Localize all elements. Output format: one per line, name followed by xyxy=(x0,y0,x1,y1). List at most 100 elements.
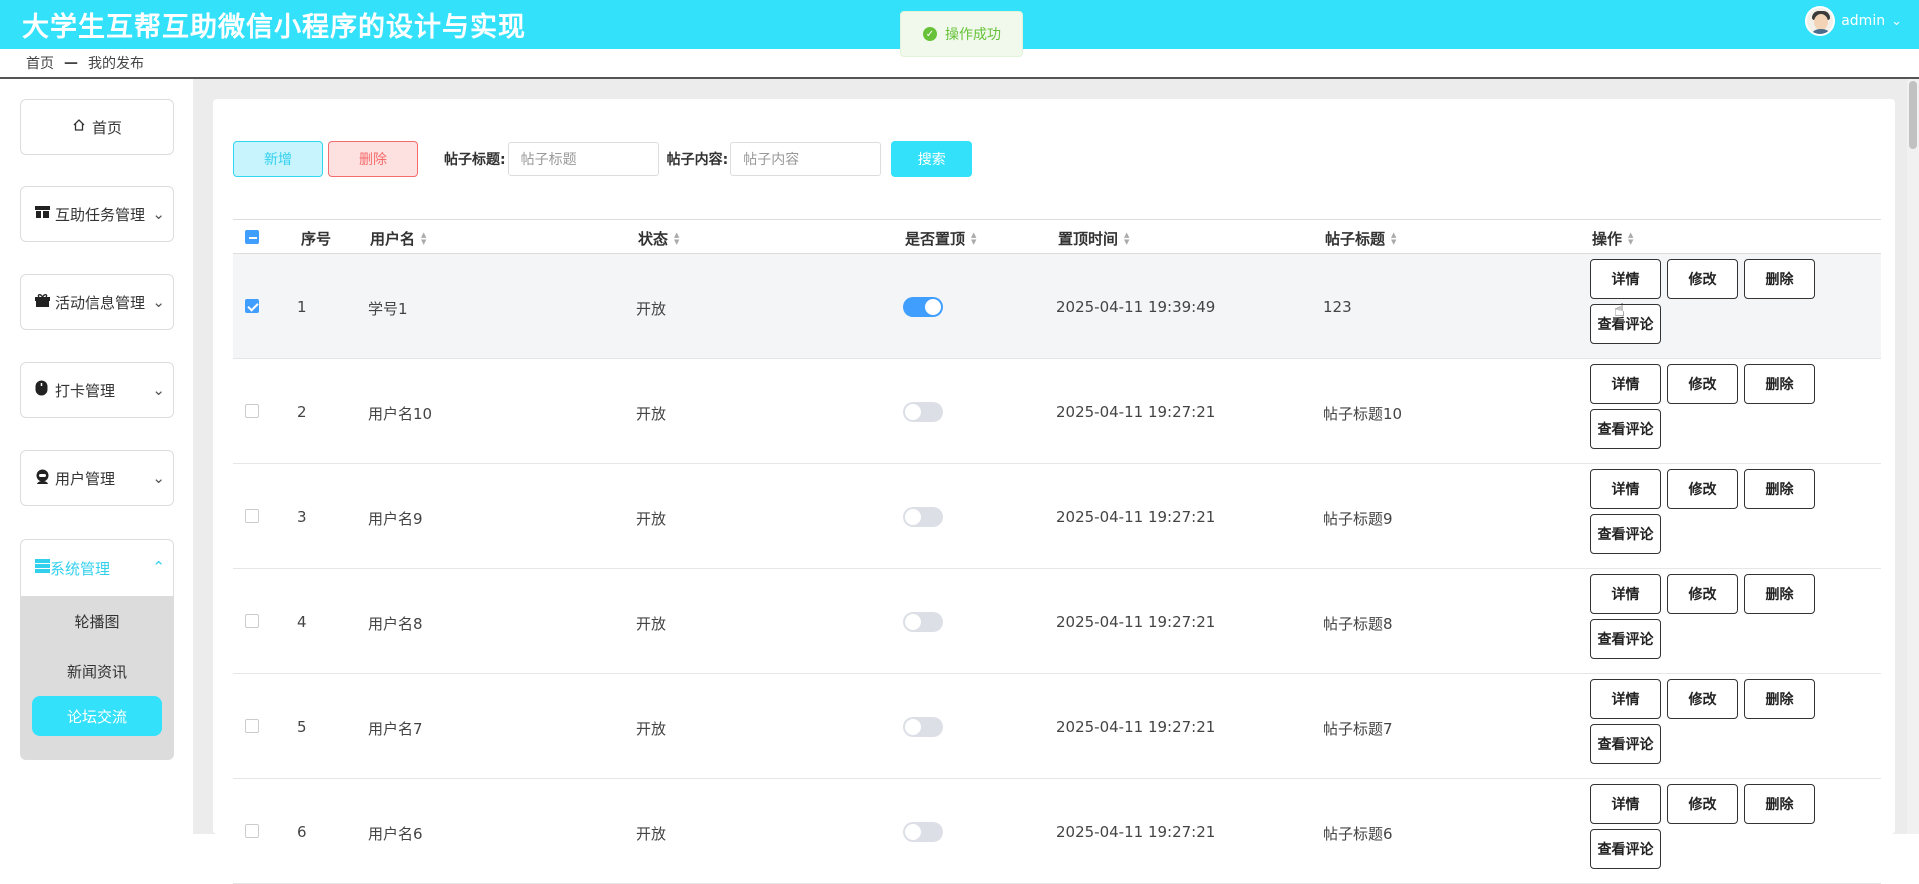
row-checkbox[interactable] xyxy=(245,824,259,838)
sidebar-item-system[interactable]: 系统管理 ⌃ xyxy=(21,540,173,596)
content-filter-label: 帖子内容: xyxy=(666,152,729,168)
avatar[interactable] xyxy=(1805,6,1836,36)
cell-title: 帖子标题9 xyxy=(1323,510,1393,528)
detail-button[interactable]: 详情 xyxy=(1590,259,1661,299)
column-header-status[interactable]: 状态 ▲ ▼ xyxy=(638,228,679,249)
add-button[interactable]: 新增 xyxy=(233,141,323,177)
user-menu[interactable]: admin ⌄ xyxy=(1805,6,1902,36)
cell-index: 3 xyxy=(297,508,307,526)
sidebar-item-task[interactable]: 互助任务管理 ⌄ xyxy=(20,186,174,242)
edit-button[interactable]: 修改 xyxy=(1667,364,1738,404)
pinned-toggle[interactable] xyxy=(903,507,943,527)
select-all-checkbox[interactable] xyxy=(245,230,259,244)
cell-username: 用户名9 xyxy=(368,510,423,528)
user-name[interactable]: admin xyxy=(1841,13,1885,29)
toast-message: 操作成功 xyxy=(945,27,1001,43)
success-toast: ✓ 操作成功 xyxy=(900,11,1023,57)
chevron-down-icon: ⌄ xyxy=(152,469,165,487)
chevron-down-icon[interactable]: ⌄ xyxy=(1891,14,1902,29)
table-row: 4 用户名8 开放 2025-04-11 19:27:21 帖子标题8 详情 修改 删除 查看评… xyxy=(233,569,1881,674)
success-check-icon: ✓ xyxy=(923,27,937,41)
row-checkbox[interactable] xyxy=(245,404,259,418)
detail-button[interactable]: 详情 xyxy=(1590,679,1661,719)
sidebar-subitem-news[interactable]: 新闻资讯 xyxy=(21,646,173,696)
sidebar-item-checkin[interactable]: 打卡管理 ⌄ xyxy=(20,362,174,418)
pinned-toggle[interactable] xyxy=(903,402,943,422)
delete-button[interactable]: 删除 xyxy=(1744,259,1815,299)
view-comments-button[interactable]: 查看评论 xyxy=(1590,829,1661,869)
delete-button[interactable]: 删除 xyxy=(1744,364,1815,404)
sort-icon: ▲ ▼ xyxy=(1628,230,1634,246)
view-comments-button[interactable]: 查看评论 xyxy=(1590,514,1661,554)
edit-button[interactable]: 修改 xyxy=(1667,259,1738,299)
cell-index: 4 xyxy=(297,613,307,631)
row-checkbox[interactable] xyxy=(245,614,259,628)
table-header: 序号 用户名 ▲ ▼ 状态 ▲ ▼ 是否置顶 ▲ ▼ 置顶时间 ▲ ▼ 帖子标题 ▲ ▼ 操作 ▲ ▼ xyxy=(233,220,1881,254)
delete-button[interactable]: 删除 xyxy=(1744,469,1815,509)
delete-button[interactable]: 删除 xyxy=(1744,784,1815,824)
sidebar-subitem-banner[interactable]: 轮播图 xyxy=(21,596,173,646)
pinned-toggle[interactable] xyxy=(903,612,943,632)
content-card: 新增 删除 帖子标题: 帖子标题 帖子内容: 帖子内容 搜索 序号 用户名 ▲ ▼ … xyxy=(213,99,1895,884)
detail-button[interactable]: 详情 xyxy=(1590,574,1661,614)
app-title: 大学生互帮互助微信小程序的设计与实现 xyxy=(22,12,526,43)
sidebar-item-activity[interactable]: 活动信息管理 ⌄ xyxy=(20,274,174,330)
cell-title: 帖子标题10 xyxy=(1323,405,1403,423)
cell-username: 用户名10 xyxy=(368,405,433,423)
breadcrumb-current: 我的发布 xyxy=(88,56,144,72)
cell-status: 开放 xyxy=(636,615,667,633)
pinned-toggle[interactable] xyxy=(903,822,943,842)
posts-table: 序号 用户名 ▲ ▼ 状态 ▲ ▼ 是否置顶 ▲ ▼ 置顶时间 ▲ ▼ 帖子标题 ▲ ▼ 操作 ▲ ▼ … xyxy=(233,219,1881,884)
sidebar-item-label: 互助任务管理 xyxy=(55,205,146,224)
column-header-pinned[interactable]: 是否置顶 ▲ ▼ xyxy=(905,228,976,249)
table-row: 6 用户名6 开放 2025-04-11 19:27:21 帖子标题6 详情 修改 删除 查看评… xyxy=(233,779,1881,884)
delete-button[interactable]: 删除 xyxy=(1744,679,1815,719)
cell-pin-time: 2025-04-11 19:27:21 xyxy=(1056,403,1216,421)
edit-button[interactable]: 修改 xyxy=(1667,784,1738,824)
pinned-toggle[interactable] xyxy=(903,717,943,737)
breadcrumb-separator: — xyxy=(64,55,78,71)
column-header-pin-time[interactable]: 置顶时间 ▲ ▼ xyxy=(1058,228,1129,249)
chevron-down-icon: ⌄ xyxy=(152,381,165,399)
sidebar-item-users[interactable]: 用户管理 ⌄ xyxy=(20,450,174,506)
cell-title: 123 xyxy=(1323,298,1352,316)
pinned-toggle[interactable] xyxy=(903,297,943,317)
cell-index: 6 xyxy=(297,823,307,841)
scrollbar[interactable] xyxy=(1907,79,1919,834)
sort-icon: ▲ ▼ xyxy=(674,230,680,246)
detail-button[interactable]: 详情 xyxy=(1590,364,1661,404)
title-filter-input[interactable]: 帖子标题 xyxy=(507,142,659,176)
sidebar-item-home[interactable]: 首页 xyxy=(20,99,174,155)
delete-button[interactable]: 删除 xyxy=(1744,574,1815,614)
cell-status: 开放 xyxy=(636,510,667,528)
view-comments-button[interactable]: 查看评论 xyxy=(1590,304,1661,344)
detail-button[interactable]: 详情 xyxy=(1590,784,1661,824)
cell-pin-time: 2025-04-11 19:27:21 xyxy=(1056,613,1216,631)
row-checkbox[interactable] xyxy=(245,299,259,313)
sidebar-item-label: 系统管理 xyxy=(50,559,111,578)
view-comments-button[interactable]: 查看评论 xyxy=(1590,619,1661,659)
content-filter-input[interactable]: 帖子内容 xyxy=(730,142,882,176)
sidebar-subitem-forum[interactable]: 论坛交流 xyxy=(32,696,162,736)
search-button[interactable]: 搜索 xyxy=(891,141,973,177)
view-comments-button[interactable]: 查看评论 xyxy=(1590,724,1661,764)
edit-button[interactable]: 修改 xyxy=(1667,469,1738,509)
column-header-actions[interactable]: 操作 ▲ ▼ xyxy=(1592,228,1633,249)
mouse-icon xyxy=(35,380,51,400)
breadcrumb-home[interactable]: 首页 xyxy=(26,53,54,73)
edit-button[interactable]: 修改 xyxy=(1667,574,1738,614)
column-header-username[interactable]: 用户名 ▲ ▼ xyxy=(370,228,426,249)
toolbar: 新增 删除 帖子标题: 帖子标题 帖子内容: 帖子内容 搜索 xyxy=(233,141,973,177)
row-checkbox[interactable] xyxy=(245,719,259,733)
view-comments-button[interactable]: 查看评论 xyxy=(1590,409,1661,449)
gift-icon xyxy=(35,293,51,311)
detail-button[interactable]: 详情 xyxy=(1590,469,1661,509)
sidebar-item-label: 用户管理 xyxy=(55,469,116,488)
sidebar-item-label: 首页 xyxy=(91,118,122,137)
batch-delete-button[interactable]: 删除 xyxy=(328,141,418,177)
scrollbar-thumb[interactable] xyxy=(1909,81,1917,149)
column-header-title[interactable]: 帖子标题 ▲ ▼ xyxy=(1325,228,1396,249)
edit-button[interactable]: 修改 xyxy=(1667,679,1738,719)
row-checkbox[interactable] xyxy=(245,509,259,523)
system-icon xyxy=(35,559,50,577)
